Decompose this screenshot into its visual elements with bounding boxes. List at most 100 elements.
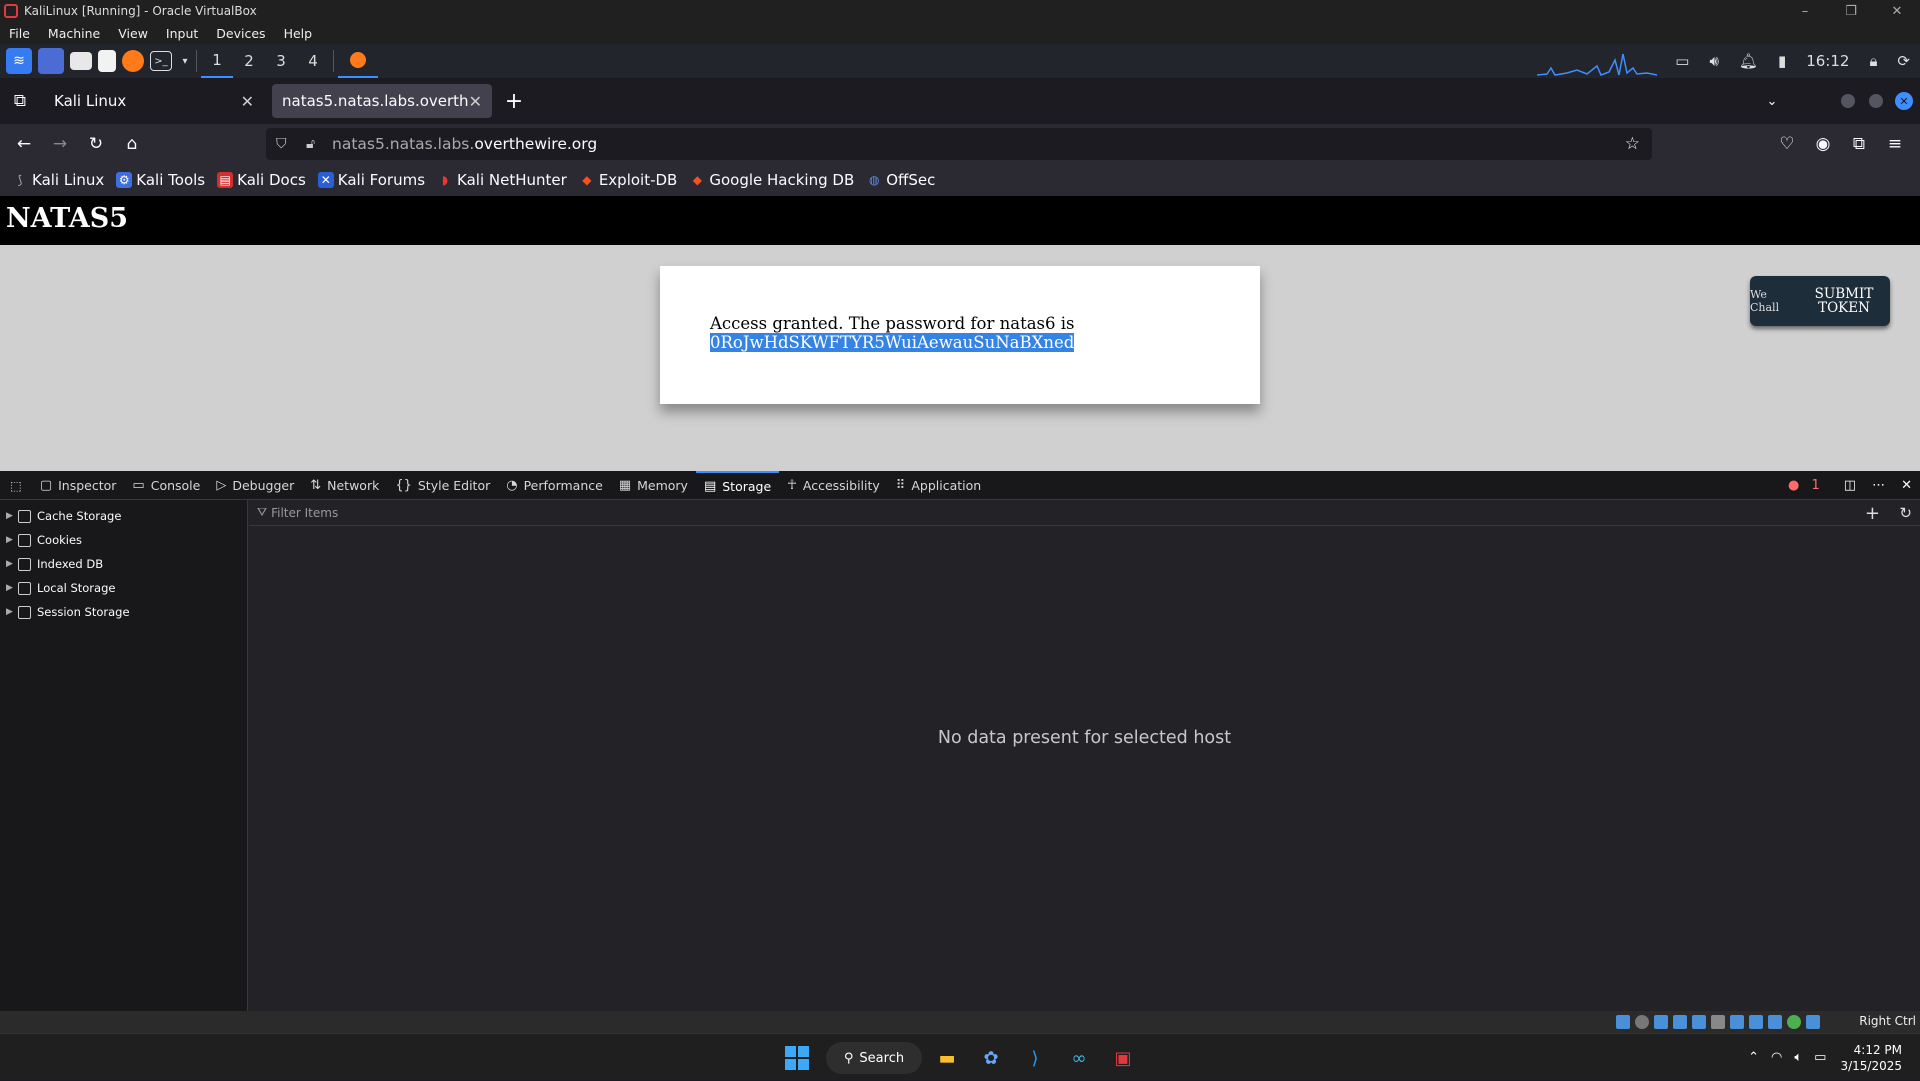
refresh-icon[interactable]: ↻ bbox=[1899, 504, 1912, 522]
tree-item-cookies[interactable]: ▶ Cookies bbox=[0, 528, 247, 552]
restore-icon[interactable]: ❐ bbox=[1828, 0, 1874, 22]
tree-item-local-storage[interactable]: ▶ Local Storage bbox=[0, 576, 247, 600]
bookmark-offsec[interactable]: ◍ OffSec bbox=[866, 171, 935, 189]
lock-icon[interactable]: 🔒︎ bbox=[1869, 52, 1877, 70]
workspace-2[interactable]: 2 bbox=[233, 44, 265, 78]
submit-token-button[interactable]: We Chall SUBMIT TOKEN bbox=[1750, 276, 1890, 326]
display-status-icon[interactable] bbox=[1730, 1015, 1744, 1029]
menu-file[interactable]: File bbox=[0, 26, 39, 41]
battery-tray-icon[interactable]: ▭ bbox=[1814, 1050, 1826, 1065]
tree-item-session-storage[interactable]: ▶ Session Storage bbox=[0, 600, 247, 624]
more-options-icon[interactable]: ⋯ bbox=[1872, 478, 1885, 493]
bookmark-exploit-db[interactable]: ◆ Exploit-DB bbox=[579, 171, 677, 189]
filter-input[interactable]: Filter Items bbox=[271, 506, 338, 520]
display-icon[interactable]: ▭ bbox=[1675, 52, 1689, 70]
power-icon[interactable]: ⟳ bbox=[1897, 52, 1910, 70]
bookmark-kali-tools[interactable]: ⚙ Kali Tools bbox=[116, 171, 205, 189]
file-explorer-icon[interactable]: ▬ bbox=[932, 1043, 962, 1073]
tab-style-editor[interactable]: {} Style Editor bbox=[387, 471, 498, 500]
password-text[interactable]: 0RoJwHdSKWFTYR5WuiAewauSuNaBXned bbox=[710, 333, 1075, 352]
tab-network[interactable]: ⇅ Network bbox=[302, 471, 387, 500]
connection-info-icon[interactable]: 🔓︎ bbox=[306, 136, 326, 152]
close-icon[interactable]: ✕ bbox=[1874, 0, 1920, 22]
tab-inspector[interactable]: ▢ Inspector bbox=[32, 471, 125, 500]
bookmark-kali-nethunter[interactable]: ◗ Kali NetHunter bbox=[437, 171, 567, 189]
firefox-icon[interactable] bbox=[122, 50, 144, 72]
tree-item-indexed-db[interactable]: ▶ Indexed DB bbox=[0, 552, 247, 576]
tracking-shield-icon[interactable]: ⛉ bbox=[276, 136, 296, 152]
extensions-icon[interactable]: ⧉ bbox=[1845, 130, 1873, 158]
menu-devices[interactable]: Devices bbox=[207, 26, 274, 41]
guest-additions-icon[interactable] bbox=[1787, 1015, 1801, 1029]
element-picker-icon[interactable]: ⬚ bbox=[0, 471, 32, 500]
forward-arrow-icon[interactable]: → bbox=[46, 130, 74, 158]
system-clock[interactable]: 4:12 PM 3/15/2025 bbox=[1840, 1042, 1902, 1074]
tab-application[interactable]: ⠿ Application bbox=[888, 471, 989, 500]
back-arrow-icon[interactable]: ← bbox=[10, 130, 38, 158]
usb-icon[interactable] bbox=[1692, 1015, 1706, 1029]
volume-icon[interactable]: 🔊︎ bbox=[1709, 52, 1718, 70]
wifi-icon[interactable]: ◠ bbox=[1771, 1050, 1782, 1065]
menu-input[interactable]: Input bbox=[157, 26, 207, 41]
home-icon[interactable]: ⌂ bbox=[118, 130, 146, 158]
terminal-icon[interactable]: >_ bbox=[150, 51, 172, 71]
tab-console[interactable]: ▭ Console bbox=[124, 471, 208, 500]
optical-drive-icon[interactable] bbox=[1635, 1015, 1649, 1029]
bookmark-kali-forums[interactable]: ✕ Kali Forums bbox=[317, 171, 425, 189]
bookmark-google-hacking-db[interactable]: ◆ Google Hacking DB bbox=[689, 171, 855, 189]
menu-machine[interactable]: Machine bbox=[39, 26, 109, 41]
file-manager-icon[interactable] bbox=[70, 52, 92, 70]
visual-studio-icon[interactable]: ∞ bbox=[1064, 1043, 1094, 1073]
tab-storage[interactable]: ▤ Storage bbox=[695, 470, 780, 500]
virtualbox-taskbar-icon[interactable]: ▣ bbox=[1108, 1043, 1138, 1073]
vscode-icon[interactable]: ⟩ bbox=[1020, 1043, 1050, 1073]
bookmark-kali-docs[interactable]: ▤ Kali Docs bbox=[217, 171, 306, 189]
reload-icon[interactable]: ↻ bbox=[82, 130, 110, 158]
tab-natas5[interactable]: natas5.natas.labs.overthewire.org ✕ bbox=[272, 84, 492, 118]
browser-maximize-icon[interactable] bbox=[1862, 87, 1890, 115]
desktop-icon[interactable] bbox=[38, 48, 64, 74]
notification-bell-icon[interactable]: 🔔︎ bbox=[1739, 52, 1758, 70]
text-editor-icon[interactable] bbox=[98, 50, 116, 72]
list-tabs-chevron-icon[interactable]: ⌄ bbox=[1758, 87, 1786, 115]
menu-help[interactable]: Help bbox=[275, 26, 322, 41]
bookmark-kali-linux[interactable]: ⟆ Kali Linux bbox=[12, 171, 105, 189]
firefox-view-icon[interactable]: ⧉ bbox=[6, 87, 34, 115]
taskbar-firefox-window[interactable] bbox=[338, 44, 378, 78]
paint-icon[interactable]: ✿ bbox=[976, 1043, 1006, 1073]
error-count-badge[interactable]: ● 1 bbox=[1788, 478, 1828, 493]
close-tab-icon[interactable]: ✕ bbox=[241, 92, 254, 111]
bookmark-star-icon[interactable]: ☆ bbox=[1625, 134, 1640, 154]
tab-kali-linux[interactable]: Kali Linux ✕ bbox=[44, 84, 264, 118]
browser-close-icon[interactable]: ✕ bbox=[1890, 87, 1918, 115]
cpu-status-icon[interactable] bbox=[1768, 1015, 1782, 1029]
pocket-icon[interactable]: ♡ bbox=[1773, 130, 1801, 158]
kali-menu-icon[interactable]: ≋ bbox=[6, 48, 32, 74]
shared-folders-icon[interactable] bbox=[1711, 1015, 1725, 1029]
close-devtools-icon[interactable]: ✕ bbox=[1901, 478, 1912, 493]
new-tab-icon[interactable]: + bbox=[500, 87, 528, 115]
workspace-4[interactable]: 4 bbox=[297, 44, 329, 78]
browser-minimize-icon[interactable] bbox=[1834, 87, 1862, 115]
network-adapter-icon[interactable] bbox=[1673, 1015, 1687, 1029]
hdd-icon[interactable] bbox=[1616, 1015, 1630, 1029]
account-icon[interactable]: ◉ bbox=[1809, 130, 1837, 158]
workspace-3[interactable]: 3 bbox=[265, 44, 297, 78]
add-item-icon[interactable]: + bbox=[1865, 503, 1880, 524]
start-button[interactable] bbox=[782, 1043, 812, 1073]
audio-icon[interactable] bbox=[1654, 1015, 1668, 1029]
taskbar-search[interactable]: ⚲ Search bbox=[826, 1042, 922, 1074]
tab-performance[interactable]: ◔ Performance bbox=[498, 471, 611, 500]
chevron-down-icon[interactable]: ▾ bbox=[178, 48, 192, 74]
tab-debugger[interactable]: ▷ Debugger bbox=[208, 471, 302, 500]
workspace-1[interactable]: 1 bbox=[201, 44, 233, 78]
app-menu-icon[interactable]: ≡ bbox=[1881, 130, 1909, 158]
tree-item-cache-storage[interactable]: ▶ Cache Storage bbox=[0, 504, 247, 528]
mouse-integration-icon[interactable] bbox=[1806, 1015, 1820, 1029]
url-bar[interactable]: ⛉ 🔓︎ natas5.natas.labs. overthewire.org … bbox=[266, 128, 1652, 160]
tab-accessibility[interactable]: ☥ Accessibility bbox=[779, 471, 888, 500]
panel-clock[interactable]: 16:12 bbox=[1806, 52, 1849, 70]
menu-view[interactable]: View bbox=[109, 26, 157, 41]
close-tab-icon[interactable]: ✕ bbox=[469, 92, 482, 111]
tab-memory[interactable]: ▦ Memory bbox=[611, 471, 696, 500]
